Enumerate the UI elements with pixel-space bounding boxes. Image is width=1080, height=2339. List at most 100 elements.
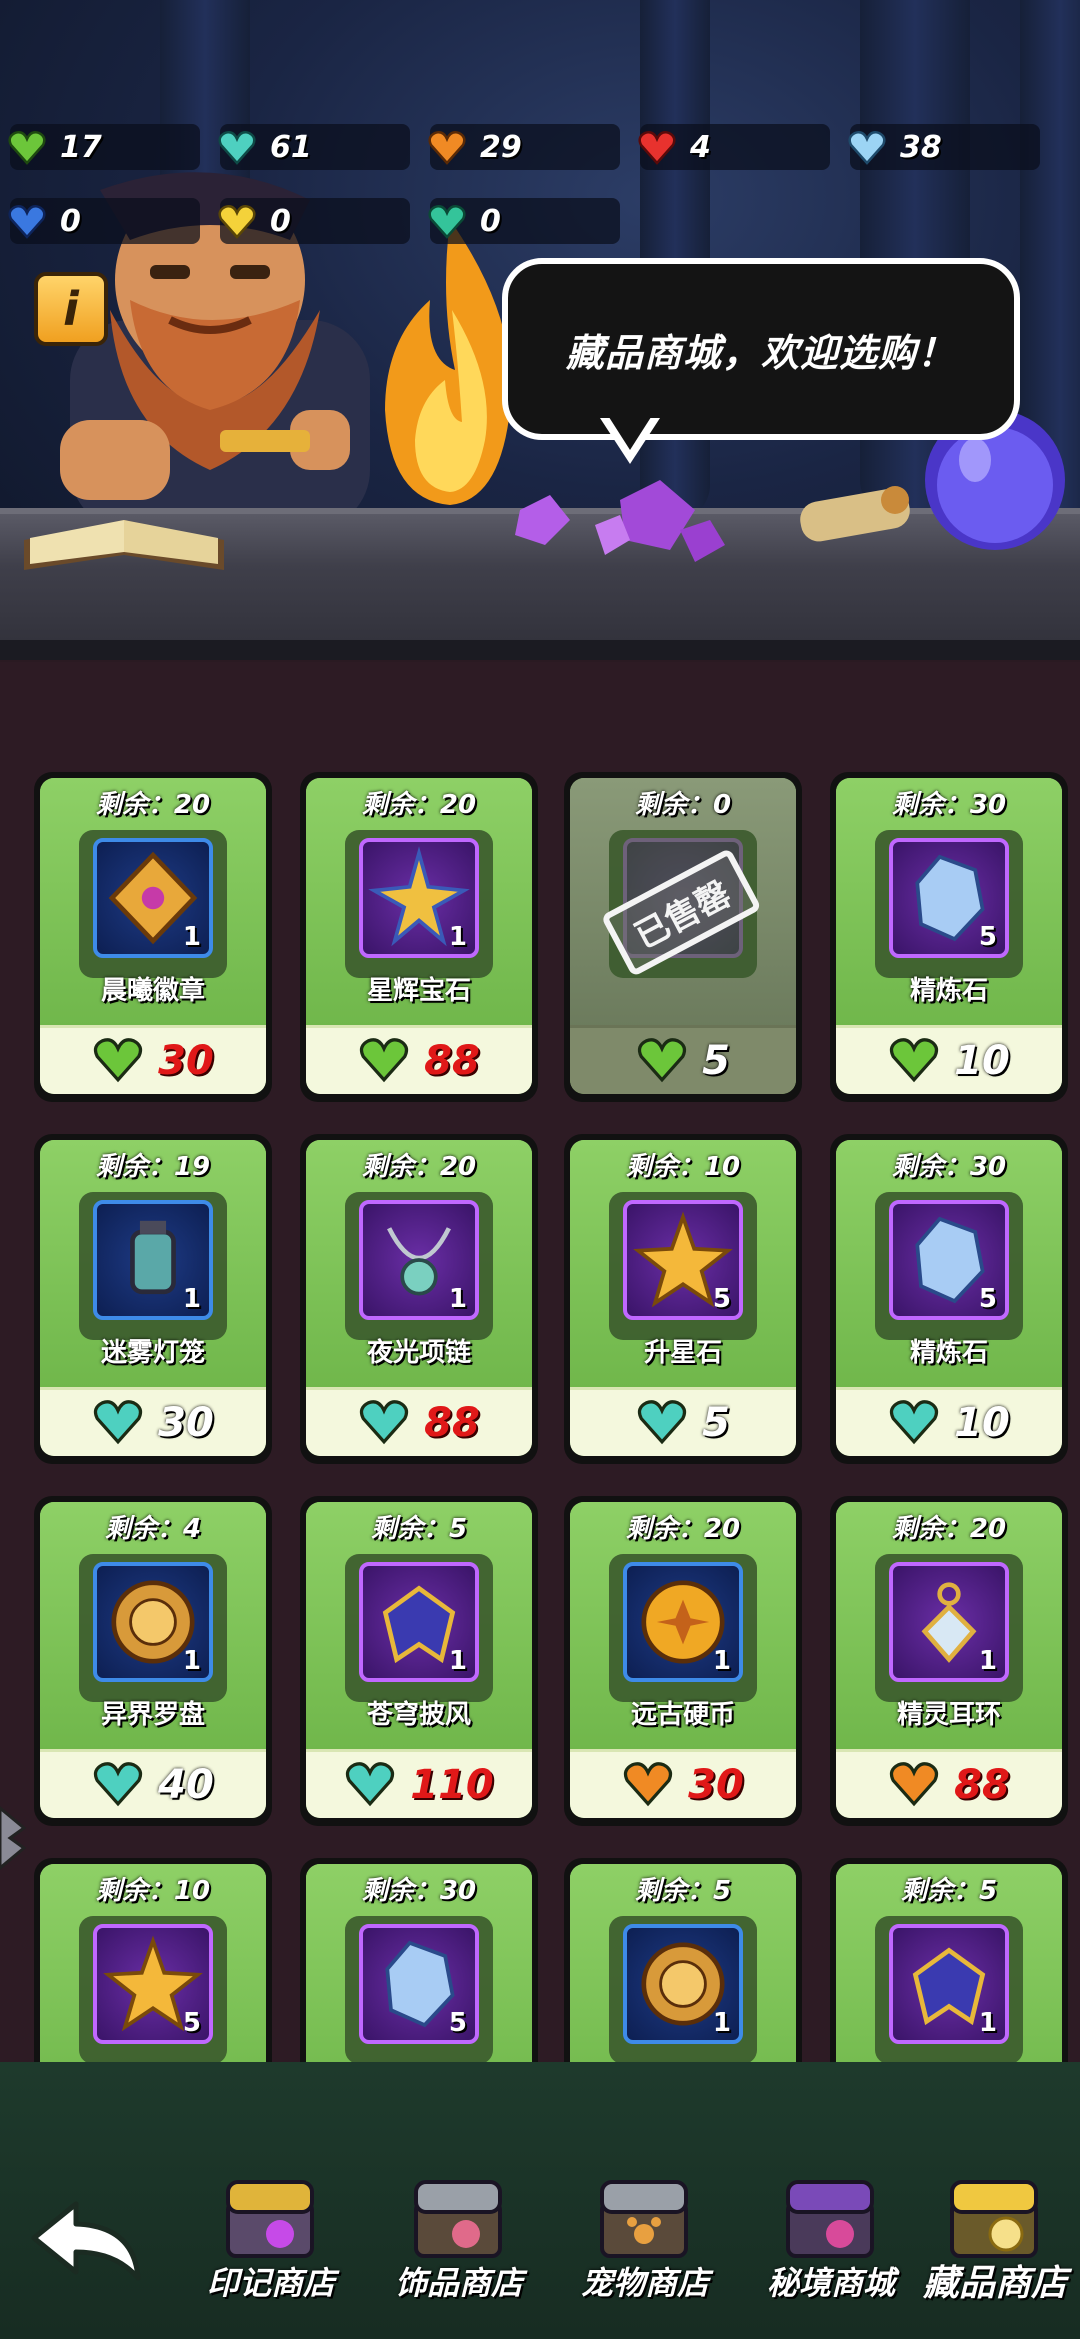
price-bar: 10: [836, 1387, 1062, 1456]
item-price: 30: [158, 1400, 214, 1446]
blue-heart-gem-icon: [4, 198, 50, 244]
tab-pet-shop[interactable]: 宠物商店: [570, 2172, 720, 2332]
item-price: 88: [954, 1762, 1010, 1808]
collection-chest-icon: [950, 2180, 1038, 2258]
item-name: 升星石: [643, 1338, 722, 1368]
item-quantity: 5: [978, 1284, 997, 1314]
item-quantity: 1: [182, 922, 201, 952]
shop-item-card[interactable]: 剩余：30 5: [300, 1858, 538, 2062]
shop-item-card[interactable]: 剩余：20 1 星辉宝石 88: [300, 772, 538, 1102]
cyan-heart-gem-icon: [888, 1395, 940, 1451]
orange-heart-gem-icon: [622, 1757, 674, 1813]
shop-item-card[interactable]: 剩余：20 1 精灵耳环 88: [830, 1496, 1068, 1826]
price-bar: 88: [306, 1387, 532, 1456]
shop-item-card[interactable]: 剩余：30 5 精炼石 10: [830, 772, 1068, 1102]
item-price: 88: [424, 1038, 480, 1084]
shop-item-card[interactable]: 剩余：20 1 晨曦徽章 30: [34, 772, 272, 1102]
stock-remaining: 剩余：20: [361, 790, 477, 820]
resource-counter: 29: [428, 124, 620, 170]
item-name: 夜光项链: [366, 1338, 471, 1368]
shop-item-card[interactable]: 剩余：5 1: [830, 1858, 1068, 2062]
item-name: 精灵耳环: [896, 1700, 1001, 1730]
item-icon-frame: 1: [889, 1562, 1009, 1682]
item-icon-frame: 5: [359, 1924, 479, 2044]
item-price: 30: [688, 1762, 744, 1808]
tab-seal-shop[interactable]: 印记商店: [196, 2172, 346, 2332]
rolled-scroll: [800, 486, 910, 542]
accessory-chest-icon: [414, 2180, 502, 2258]
resource-counter: 61: [218, 124, 410, 170]
tab-secret-shop[interactable]: 秘境商城: [756, 2172, 906, 2332]
shop-item-card[interactable]: 剩余：5 1 苍穹披风 110: [300, 1496, 538, 1826]
stock-remaining: 剩余：30: [361, 1876, 477, 1906]
price-bar: 5: [570, 1387, 796, 1456]
price-bar: 30: [40, 1387, 266, 1456]
card-body: 剩余：30 5 精炼石 10: [836, 1140, 1062, 1456]
resource-value: 0: [60, 203, 81, 239]
stock-remaining: 剩余：4: [104, 1514, 202, 1544]
shop-item-card[interactable]: 剩余：30 5 精炼石 10: [830, 1134, 1068, 1464]
tab-accessory-shop[interactable]: 饰品商店: [384, 2172, 534, 2332]
item-quantity: 1: [182, 1284, 201, 1314]
seal-chest-icon: [226, 2180, 314, 2258]
item-quantity: 1: [712, 2008, 731, 2038]
stock-remaining: 剩余：20: [891, 1514, 1007, 1544]
info-button[interactable]: i: [34, 272, 108, 346]
cyan-heart-gem-icon: [214, 124, 260, 170]
stock-remaining: 剩余：30: [891, 1152, 1007, 1182]
red-heart-gem-icon: [634, 124, 680, 170]
item-name: 星辉宝石: [366, 976, 471, 1006]
resource-value: 38: [900, 129, 942, 165]
card-body: 剩余：5 1: [836, 1864, 1062, 2062]
stock-remaining: 剩余：10: [625, 1152, 741, 1182]
item-quantity: 1: [182, 1646, 201, 1676]
item-icon-frame: 5: [93, 1924, 213, 2044]
item-icon-frame: 1: [359, 1562, 479, 1682]
item-quantity: 1: [978, 1646, 997, 1676]
tab-label: 印记商店: [206, 2264, 335, 2302]
shop-item-card[interactable]: 剩余：10 5: [34, 1858, 272, 2062]
resource-value: 61: [270, 129, 312, 165]
stock-remaining: 剩余：0: [634, 790, 732, 820]
tab-label: 宠物商店: [580, 2264, 709, 2302]
resource-counter: 38: [848, 124, 1040, 170]
item-price: 40: [158, 1762, 214, 1808]
shop-item-card[interactable]: 剩余：4 1 异界罗盘 40: [34, 1496, 272, 1826]
lightblue-heart-gem-icon: [844, 124, 890, 170]
item-quantity: 1: [448, 1284, 467, 1314]
back-arrow-icon[interactable]: [26, 2196, 146, 2286]
item-icon-frame: 1: [93, 1562, 213, 1682]
card-body: 剩余：0 5 已售罄: [570, 778, 796, 1094]
shop-item-card[interactable]: 剩余：19 1 迷雾灯笼 30: [34, 1134, 272, 1464]
price-bar: 88: [306, 1025, 532, 1094]
side-ornament-icon: [0, 1806, 27, 1870]
price-bar: 110: [306, 1749, 532, 1818]
cyan-heart-gem-icon: [92, 1757, 144, 1813]
price-bar: 5: [570, 1025, 796, 1094]
item-icon-frame: 1: [359, 1200, 479, 1320]
card-body: 剩余：5 1 苍穹披风 110: [306, 1502, 532, 1818]
resource-value: 29: [480, 129, 522, 165]
green-heart-gem-icon: [358, 1033, 410, 1089]
green-heart-gem-icon: [636, 1033, 688, 1089]
price-bar: 10: [836, 1025, 1062, 1094]
cyan-heart-gem-icon: [358, 1395, 410, 1451]
stock-remaining: 剩余：5: [634, 1876, 732, 1906]
purple-crystals: [515, 480, 725, 562]
green-heart-gem-icon: [92, 1033, 144, 1089]
shop-item-card[interactable]: 剩余：5 1: [564, 1858, 802, 2062]
speech-bubble-tail-inner: [607, 414, 653, 450]
stock-remaining: 剩余：19: [95, 1152, 211, 1182]
shop-item-card[interactable]: 剩余：20 1 夜光项链 88: [300, 1134, 538, 1464]
item-icon-frame: 1: [359, 838, 479, 958]
tab-collection-shop[interactable]: 藏品商店: [920, 2172, 1070, 2332]
stock-remaining: 剩余：20: [361, 1152, 477, 1182]
shop-item-card[interactable]: 剩余：0 5 已售罄: [564, 772, 802, 1102]
shop-item-card[interactable]: 剩余：20 1 远古硬币 30: [564, 1496, 802, 1826]
item-icon-frame: 1: [623, 1562, 743, 1682]
item-price: 10: [954, 1400, 1010, 1446]
item-quantity: 5: [448, 2008, 467, 2038]
cyan-heart-gem-icon: [92, 1395, 144, 1451]
resource-counter: 0: [218, 198, 410, 244]
shop-item-card[interactable]: 剩余：10 5 升星石 5: [564, 1134, 802, 1464]
